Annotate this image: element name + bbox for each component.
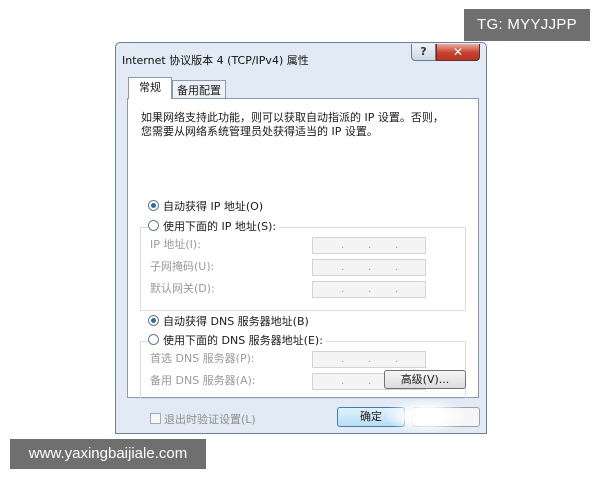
subnet-mask-label: 子网掩码(U): <box>150 260 215 273</box>
description-line-1: 如果网络支持此功能，则可以获取自动指派的 IP 设置。否则， <box>141 111 444 124</box>
close-button[interactable]: ✕ <box>436 44 480 61</box>
validate-on-exit-checkbox[interactable]: 退出时验证设置(L) <box>150 413 256 427</box>
ip-address-input[interactable]: ... <box>312 237 426 254</box>
description-text: 如果网络支持此功能，则可以获取自动指派的 IP 设置。否则， 您需要从网络系统管… <box>141 111 461 139</box>
tab-general[interactable]: 常规 <box>128 77 172 99</box>
close-icon: ✕ <box>452 45 464 59</box>
radio-selected-icon <box>148 315 159 326</box>
checkbox-icon <box>150 413 161 424</box>
general-tab-panel: 如果网络支持此功能，则可以获取自动指派的 IP 设置。否则， 您需要从网络系统管… <box>127 98 479 426</box>
auto-dns-radio[interactable]: 自动获得 DNS 服务器地址(B) <box>148 314 309 330</box>
preferred-dns-input[interactable]: ... <box>312 351 426 368</box>
auto-ip-label: 自动获得 IP 地址(O) <box>163 200 264 213</box>
default-gateway-label: 默认网关(D): <box>150 282 215 295</box>
help-icon: ? <box>420 45 427 58</box>
radio-selected-icon <box>148 200 159 211</box>
ip-address-label: IP 地址(I): <box>150 238 201 251</box>
ipv4-properties-dialog: Internet 协议版本 4 (TCP/IPv4) 属性 ? ✕ 常规 备用配… <box>115 42 487 434</box>
watermark-bottom-left: www.yaxingbaijiale.com <box>10 439 206 469</box>
alternate-dns-label: 备用 DNS 服务器(A): <box>150 374 256 387</box>
manual-dns-label: 使用下面的 DNS 服务器地址(E): <box>163 334 323 347</box>
preferred-dns-label: 首选 DNS 服务器(P): <box>150 352 255 365</box>
auto-ip-radio[interactable]: 自动获得 IP 地址(O) <box>148 199 263 215</box>
default-gateway-input[interactable]: ... <box>312 281 426 298</box>
window-title: Internet 协议版本 4 (TCP/IPv4) 属性 <box>122 54 309 67</box>
auto-dns-label: 自动获得 DNS 服务器地址(B) <box>163 315 309 328</box>
manual-ip-radio[interactable]: 使用下面的 IP 地址(S): <box>148 219 280 235</box>
blurred-overlay <box>386 400 466 432</box>
tab-alternate-configuration[interactable]: 备用配置 <box>172 80 226 100</box>
title-bar[interactable]: Internet 协议版本 4 (TCP/IPv4) 属性 ? ✕ <box>116 43 486 73</box>
help-button[interactable]: ? <box>411 44 436 61</box>
manual-dns-radio[interactable]: 使用下面的 DNS 服务器地址(E): <box>148 333 326 349</box>
radio-unselected-icon <box>148 334 159 345</box>
advanced-button[interactable]: 高级(V)... <box>384 370 466 389</box>
description-line-2: 您需要从网络系统管理员处获得适当的 IP 设置。 <box>141 125 378 138</box>
manual-ip-label: 使用下面的 IP 地址(S): <box>163 220 277 233</box>
watermark-top-right: TG: MYYJJPP <box>464 9 590 41</box>
radio-unselected-icon <box>148 220 159 231</box>
validate-on-exit-label: 退出时验证设置(L) <box>164 413 256 426</box>
subnet-mask-input[interactable]: ... <box>312 259 426 276</box>
